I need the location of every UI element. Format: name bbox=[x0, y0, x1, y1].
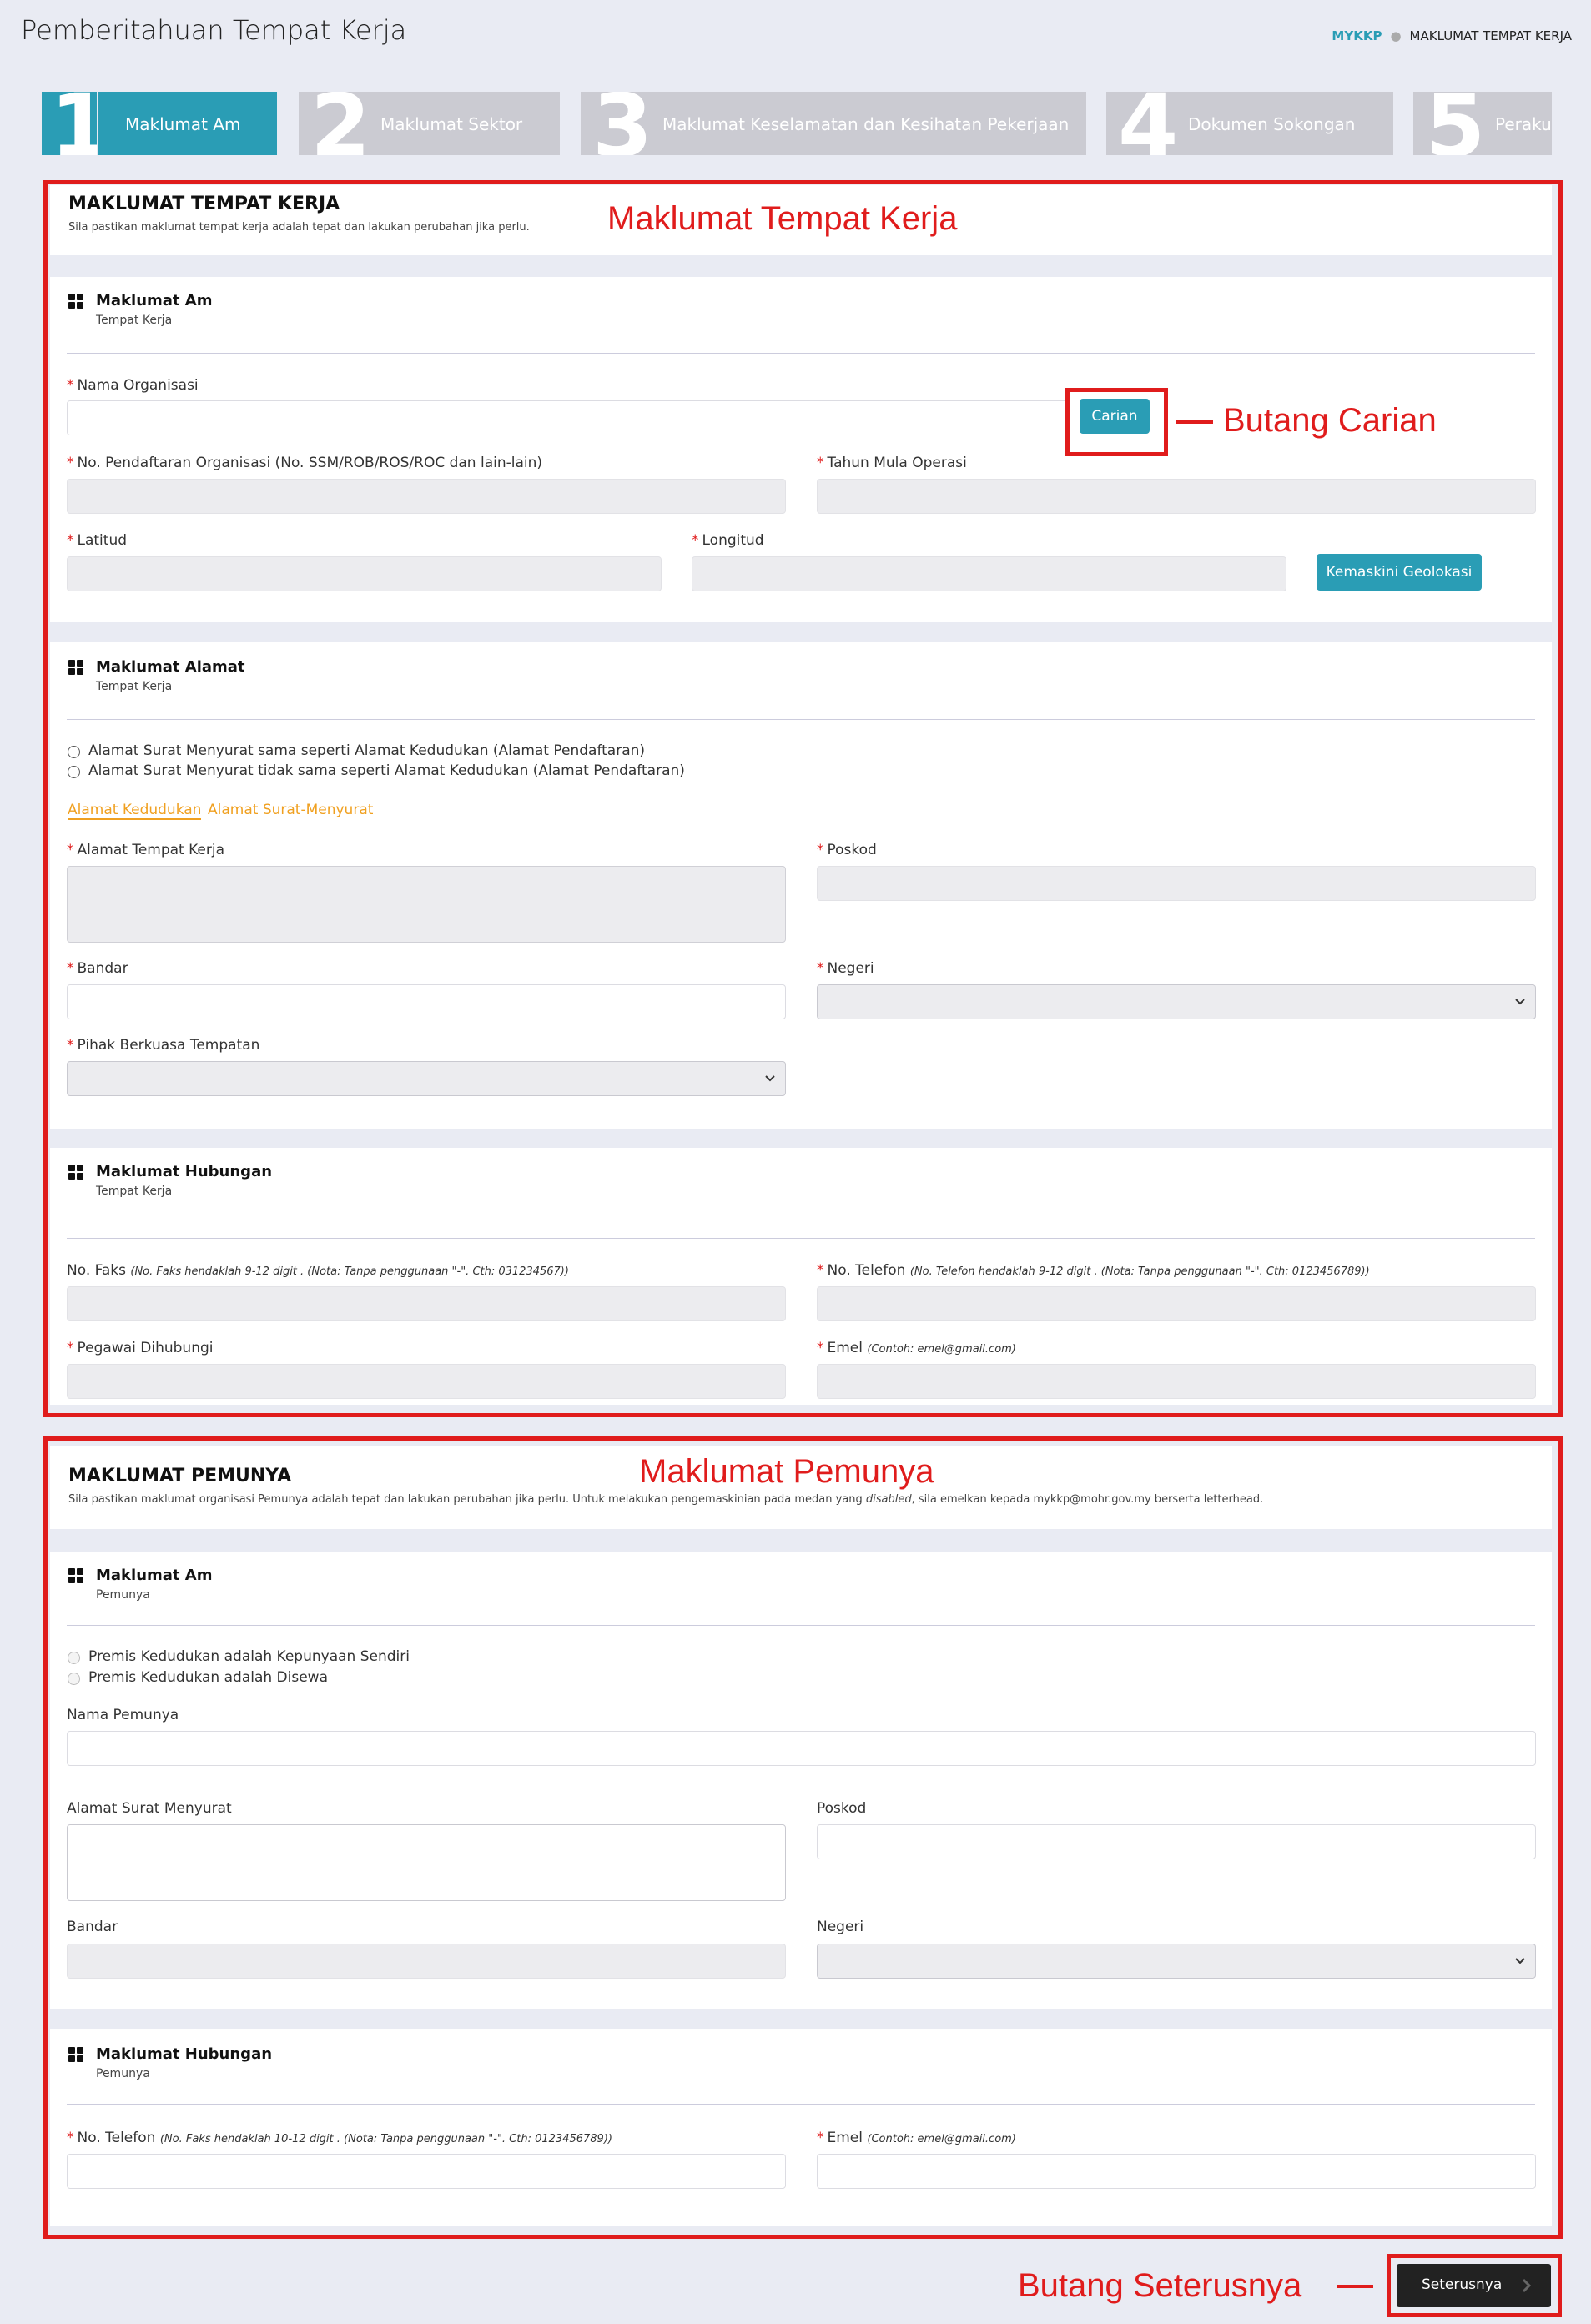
step-4[interactable]: 4 Dokumen Sokongan bbox=[1106, 92, 1393, 155]
breadcrumb: MYKKP ● MAKLUMAT TEMPAT KERJA bbox=[1332, 28, 1572, 43]
page-title: Pemberitahuan Tempat Kerja bbox=[21, 14, 407, 46]
annotation-workplace-section: Maklumat Tempat Kerja bbox=[607, 200, 958, 237]
step-2[interactable]: 2 Maklumat Sektor bbox=[299, 92, 560, 155]
annotation-search-button: Butang Carian bbox=[1223, 402, 1437, 439]
annotation-next-button: Butang Seterusnya bbox=[1018, 2267, 1302, 2304]
step-label: Dokumen Sokongan bbox=[1188, 114, 1356, 134]
step-1-number[interactable]: 1 bbox=[42, 92, 97, 155]
annotation-line bbox=[1337, 2285, 1373, 2288]
step-1[interactable]: Maklumat Am bbox=[98, 92, 277, 155]
annotation-owner-section: Maklumat Pemunya bbox=[639, 1453, 934, 1490]
next-button-highlight bbox=[1387, 2254, 1562, 2317]
step-label: Maklumat Sektor bbox=[380, 114, 523, 134]
breadcrumb-home-link[interactable]: MYKKP bbox=[1332, 28, 1382, 43]
annotation-line bbox=[1176, 420, 1213, 424]
breadcrumb-separator: ● bbox=[1390, 28, 1402, 43]
search-button-highlight bbox=[1065, 388, 1168, 456]
step-5[interactable]: 5 Perakuan bbox=[1413, 92, 1552, 155]
owner-section-highlight bbox=[43, 1436, 1563, 2239]
workplace-section-highlight bbox=[43, 180, 1563, 1417]
step-label: Perakuan bbox=[1495, 114, 1552, 134]
step-3[interactable]: 3 Maklumat Keselamatan dan Kesihatan Pek… bbox=[581, 92, 1086, 155]
step-label: Maklumat Am bbox=[125, 114, 241, 134]
breadcrumb-current: MAKLUMAT TEMPAT KERJA bbox=[1409, 28, 1572, 43]
step-label: Maklumat Keselamatan dan Kesihatan Peker… bbox=[662, 114, 1070, 134]
